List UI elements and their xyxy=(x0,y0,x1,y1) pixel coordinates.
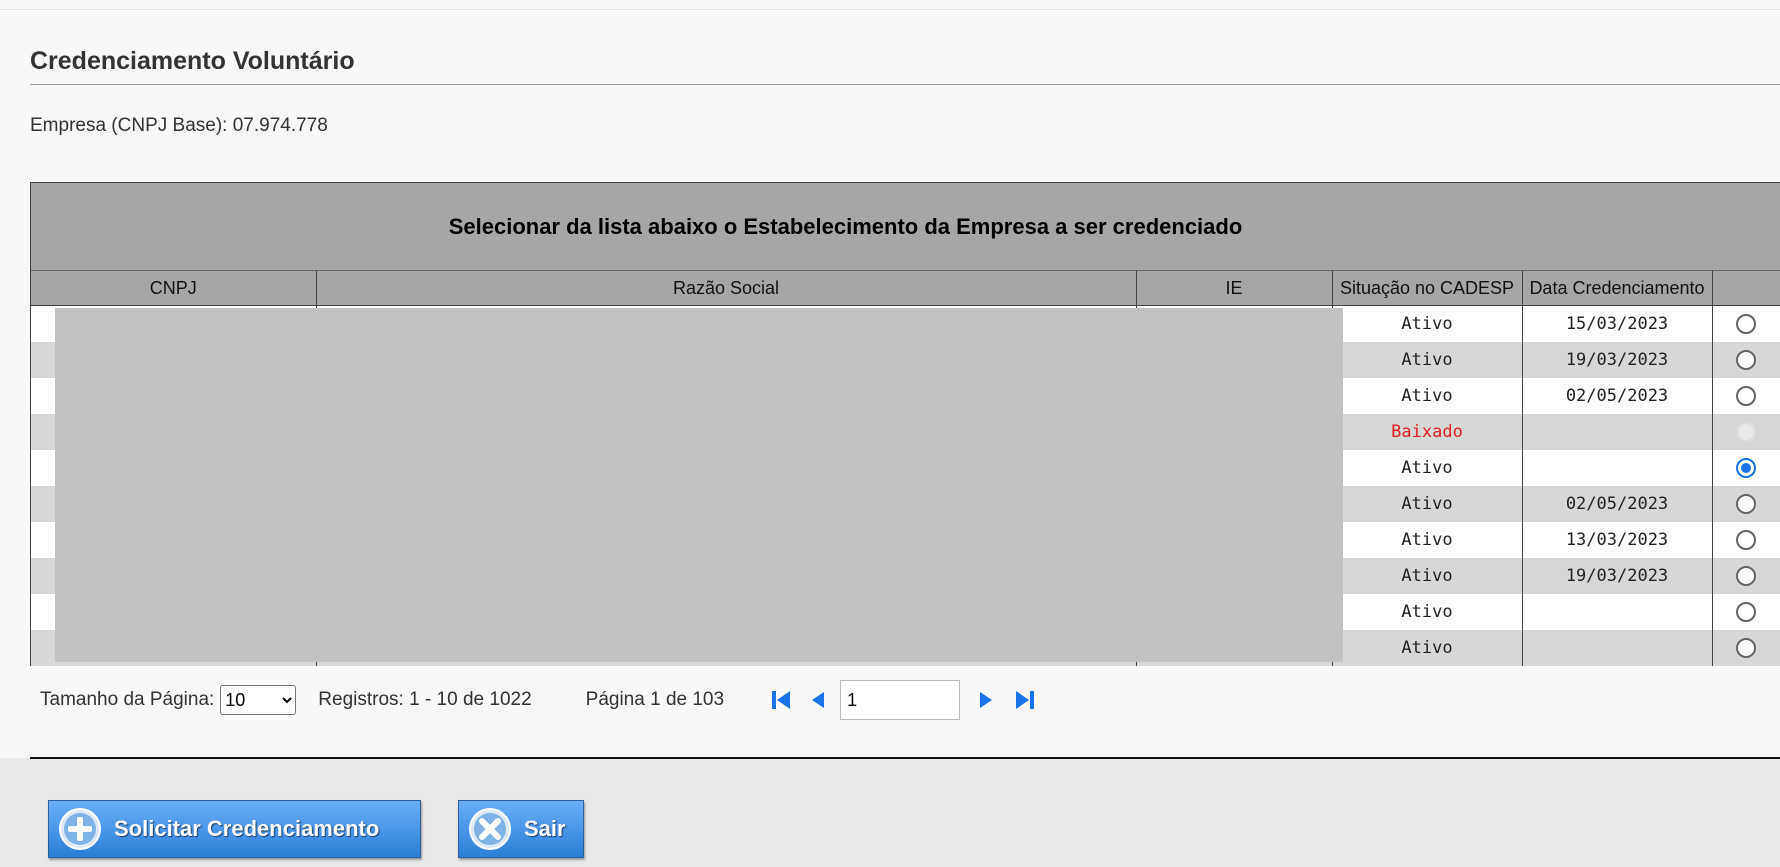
column-header-razao-social[interactable]: Razão Social xyxy=(316,271,1137,306)
exit-label: Sair xyxy=(524,816,566,841)
close-circle-icon xyxy=(469,808,511,850)
select-radio[interactable] xyxy=(1736,350,1757,370)
select-cell xyxy=(1712,342,1780,378)
column-header-data-credenciamento[interactable]: Data Credenciamento xyxy=(1522,271,1713,306)
select-cell xyxy=(1712,450,1780,486)
select-radio[interactable] xyxy=(1736,638,1757,658)
select-cell xyxy=(1712,414,1780,450)
situacao-cell: Ativo xyxy=(1332,522,1523,558)
situacao-cell: Ativo xyxy=(1332,486,1523,522)
records-count: Registros: 1 - 10 de 1022 xyxy=(318,689,532,710)
establishments-grid: Selecionar da lista abaixo o Estabelecim… xyxy=(30,182,1780,666)
select-cell xyxy=(1712,558,1780,594)
page-size-select[interactable]: 10 xyxy=(220,685,297,715)
page-size-label: Tamanho da Página: xyxy=(40,689,215,710)
data-credenciamento-cell: 19/03/2023 xyxy=(1522,342,1713,378)
select-cell xyxy=(1712,522,1780,558)
situacao-cell: Ativo xyxy=(1332,378,1523,414)
select-radio xyxy=(1736,422,1757,442)
data-credenciamento-cell: 13/03/2023 xyxy=(1522,522,1713,558)
table-header-row: CNPJ Razão Social IE Situação no CADESP … xyxy=(31,271,1780,306)
exit-button[interactable]: Sair xyxy=(458,800,584,858)
request-accreditation-button[interactable]: Solicitar Credenciamento xyxy=(48,800,421,858)
situacao-cell: Ativo xyxy=(1332,630,1523,666)
select-radio[interactable] xyxy=(1736,494,1757,514)
data-credenciamento-cell xyxy=(1522,414,1713,450)
plus-circle-icon xyxy=(59,808,101,850)
redacted-area xyxy=(55,308,1343,662)
data-credenciamento-cell xyxy=(1522,450,1713,486)
top-divider xyxy=(0,9,1780,10)
data-credenciamento-cell xyxy=(1522,630,1713,666)
select-cell xyxy=(1712,630,1780,666)
situacao-cell: Baixado xyxy=(1332,414,1523,450)
situacao-cell: Ativo xyxy=(1332,594,1523,630)
select-radio[interactable] xyxy=(1736,314,1757,334)
last-page-icon[interactable] xyxy=(1014,689,1036,711)
data-credenciamento-cell: 15/03/2023 xyxy=(1522,305,1713,342)
column-header-ie[interactable]: IE xyxy=(1136,271,1333,306)
title-divider xyxy=(30,84,1780,85)
page-title: Credenciamento Voluntário xyxy=(30,47,355,75)
page-number-input[interactable] xyxy=(840,680,961,720)
select-radio[interactable] xyxy=(1736,566,1757,586)
select-radio[interactable] xyxy=(1736,458,1757,478)
select-radio[interactable] xyxy=(1736,602,1757,622)
data-credenciamento-cell: 02/05/2023 xyxy=(1522,486,1713,522)
select-cell xyxy=(1712,486,1780,522)
page-info: Página 1 de 103 xyxy=(585,689,725,710)
request-accreditation-label: Solicitar Credenciamento xyxy=(114,816,380,841)
data-credenciamento-cell: 02/05/2023 xyxy=(1522,378,1713,414)
select-radio[interactable] xyxy=(1736,386,1757,406)
data-credenciamento-cell xyxy=(1522,594,1713,630)
first-page-icon[interactable] xyxy=(770,689,792,711)
situacao-cell: Ativo xyxy=(1332,342,1523,378)
select-cell xyxy=(1712,305,1780,342)
situacao-cell: Ativo xyxy=(1332,305,1523,342)
pagination-bar: Tamanho da Página: 10 Registros: 1 - 10 … xyxy=(40,680,1036,720)
column-header-situacao[interactable]: Situação no CADESP xyxy=(1332,271,1523,306)
grid-caption: Selecionar da lista abaixo o Estabelecim… xyxy=(31,183,1780,271)
select-cell xyxy=(1712,594,1780,630)
select-cell xyxy=(1712,378,1780,414)
next-page-icon[interactable] xyxy=(978,689,994,711)
column-header-cnpj[interactable]: CNPJ xyxy=(31,271,317,306)
select-radio[interactable] xyxy=(1736,530,1757,550)
situacao-cell: Ativo xyxy=(1332,558,1523,594)
column-header-select xyxy=(1712,271,1780,306)
previous-page-icon[interactable] xyxy=(810,689,826,711)
data-credenciamento-cell: 19/03/2023 xyxy=(1522,558,1713,594)
company-cnpj-label: Empresa (CNPJ Base): 07.974.778 xyxy=(30,115,328,136)
situacao-cell: Ativo xyxy=(1332,450,1523,486)
bottom-divider xyxy=(30,757,1780,759)
